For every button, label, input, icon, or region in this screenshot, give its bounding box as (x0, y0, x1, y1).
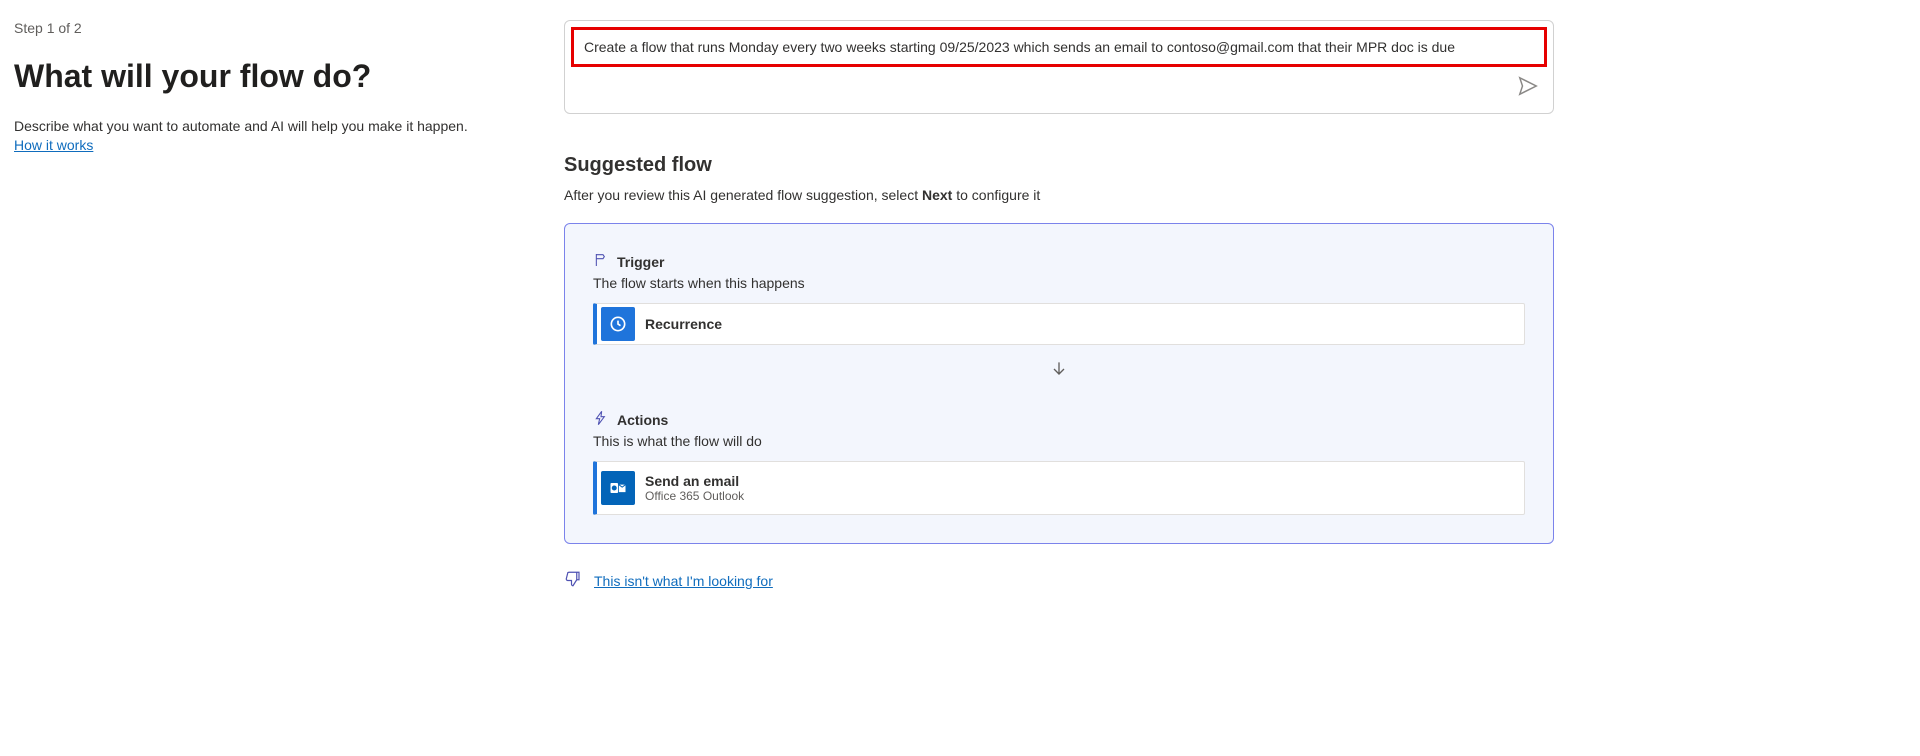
actions-section-header: Actions (593, 410, 1525, 429)
prompt-input-container[interactable]: Create a flow that runs Monday every two… (564, 20, 1554, 114)
suggested-flow-subtext: After you review this AI generated flow … (564, 187, 1900, 203)
action-step-send-email[interactable]: Send an email Office 365 Outlook (593, 461, 1525, 515)
how-it-works-link[interactable]: How it works (14, 137, 93, 153)
suggested-flow-heading: Suggested flow (564, 154, 1900, 177)
send-icon[interactable] (1517, 75, 1539, 102)
trigger-step-title: Recurrence (645, 316, 722, 332)
suggested-sub-bold: Next (922, 187, 952, 203)
actions-subtext: This is what the flow will do (593, 433, 1525, 449)
step-indicator: Step 1 of 2 (14, 20, 526, 36)
suggested-sub-suffix: to configure it (952, 187, 1040, 203)
suggested-flow-card: Trigger The flow starts when this happen… (564, 223, 1554, 544)
action-step-sub: Office 365 Outlook (645, 489, 744, 503)
not-what-im-looking-for-link[interactable]: This isn't what I'm looking for (594, 573, 773, 589)
flag-icon (593, 252, 609, 271)
left-panel: Step 1 of 2 What will your flow do? Desc… (0, 0, 540, 756)
recurrence-icon (601, 307, 635, 341)
lightning-icon (593, 410, 609, 429)
thumb-down-icon[interactable] (564, 570, 582, 591)
trigger-label: Trigger (617, 254, 664, 270)
description-text: Describe what you want to automate and A… (14, 117, 526, 137)
prompt-toolbar (565, 67, 1553, 113)
right-panel: Create a flow that runs Monday every two… (540, 0, 1920, 756)
actions-label: Actions (617, 412, 668, 428)
trigger-section-header: Trigger (593, 252, 1525, 271)
arrow-down-icon (593, 345, 1525, 410)
trigger-subtext: The flow starts when this happens (593, 275, 1525, 291)
page-title: What will your flow do? (14, 58, 526, 95)
trigger-step-recurrence[interactable]: Recurrence (593, 303, 1525, 345)
prompt-text[interactable]: Create a flow that runs Monday every two… (571, 27, 1547, 67)
outlook-icon (601, 471, 635, 505)
feedback-row: This isn't what I'm looking for (564, 570, 1900, 591)
suggested-sub-prefix: After you review this AI generated flow … (564, 187, 922, 203)
action-step-title: Send an email (645, 473, 744, 489)
